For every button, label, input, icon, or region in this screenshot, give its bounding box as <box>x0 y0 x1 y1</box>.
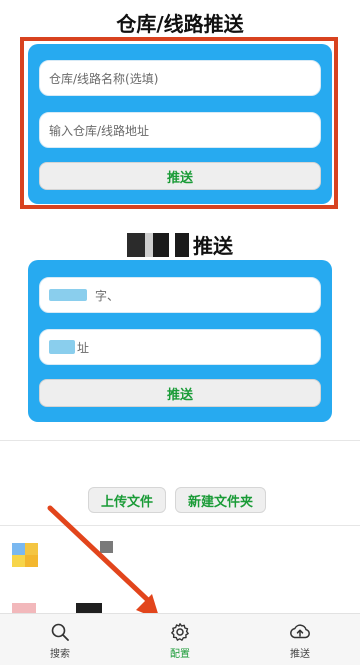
nav-push-label: 推送 <box>290 649 310 660</box>
nav-push[interactable]: 推送 <box>270 622 330 660</box>
annotation-arrow <box>47 505 160 620</box>
nav-config-label: 配置 <box>170 649 190 660</box>
search-icon <box>51 623 69 641</box>
app-screen: 仓库/线路推送 仓库/线路名称(选填) 输入仓库/线路地址 推送 推送 字、 址… <box>0 0 360 665</box>
cloud-upload-icon <box>290 624 310 639</box>
nav-search-label: 搜索 <box>50 649 70 660</box>
nav-search[interactable]: 搜索 <box>30 622 90 660</box>
nav-config[interactable]: 配置 <box>150 622 210 660</box>
gear-icon <box>171 623 189 641</box>
bottom-nav: 搜索 配置 推送 <box>0 613 360 665</box>
